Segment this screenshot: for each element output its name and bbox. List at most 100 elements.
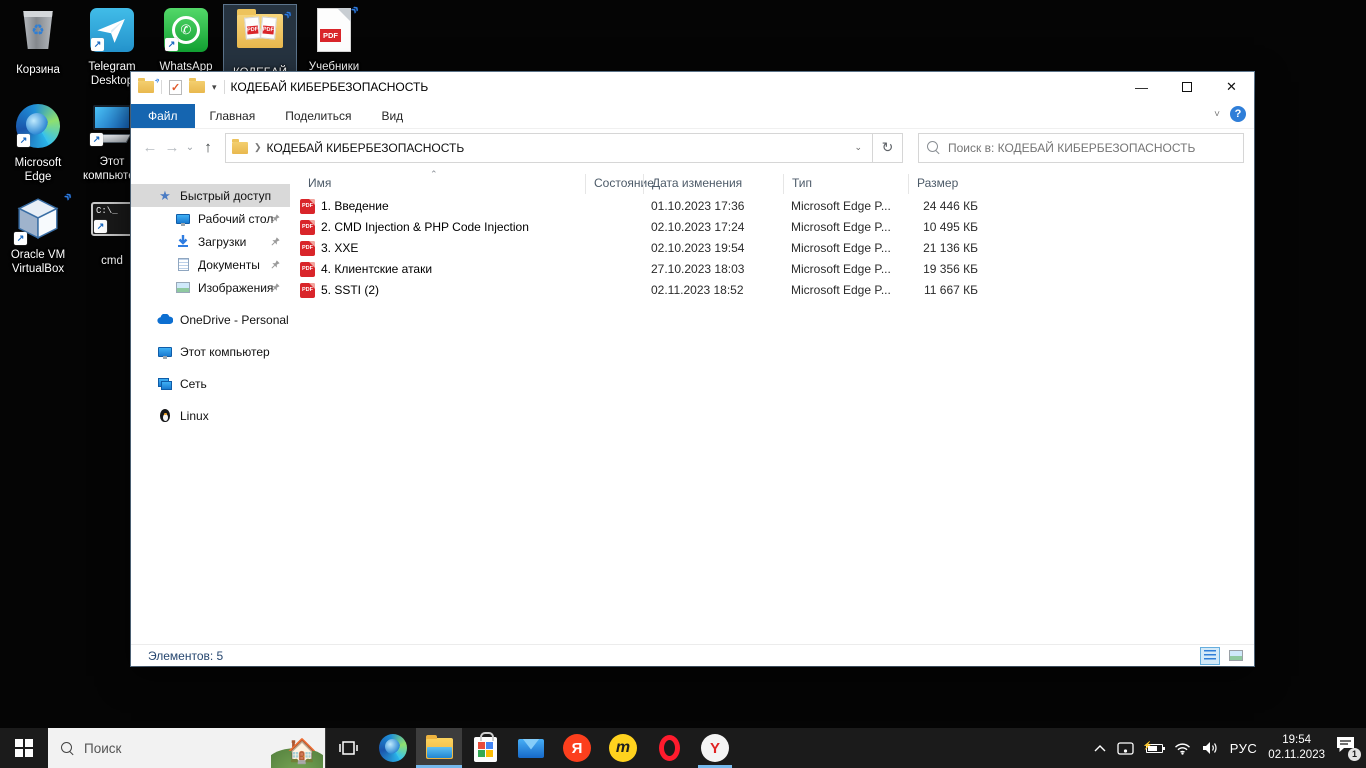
file-row[interactable]: PDF5. SSTI (2) 02.11.2023 18:52 Microsof… bbox=[290, 280, 1254, 301]
sidebar-item-label: Изображения bbox=[198, 281, 273, 295]
details-view-button[interactable] bbox=[1200, 647, 1220, 665]
taskbar-search-box[interactable]: Поиск 🏠 bbox=[48, 728, 326, 768]
pictures-icon bbox=[175, 282, 191, 293]
forward-icon[interactable]: → bbox=[161, 139, 183, 156]
column-header-status[interactable]: Состояние bbox=[585, 174, 643, 194]
explorer-search-box[interactable] bbox=[918, 133, 1244, 163]
sidebar-item-onedrive[interactable]: OneDrive - Personal bbox=[131, 308, 290, 331]
compressed-arrows-icon: » bbox=[279, 7, 293, 21]
title-bar[interactable]: » ▾ КОДЕБАЙ КИБЕРБЕЗОПАСНОСТЬ — ✕ bbox=[131, 72, 1254, 102]
volume-icon[interactable] bbox=[1202, 741, 1219, 755]
action-center-button[interactable]: 1 bbox=[1336, 736, 1358, 760]
recent-locations-icon[interactable]: ⌄ bbox=[183, 142, 197, 153]
column-header-modified[interactable]: Дата изменения bbox=[643, 174, 783, 194]
file-state bbox=[593, 196, 643, 217]
connect-display-icon[interactable] bbox=[1117, 742, 1135, 755]
yandex-browser-icon: Y bbox=[701, 734, 729, 762]
properties-icon[interactable] bbox=[169, 80, 182, 95]
file-row[interactable]: PDF4. Клиентские атаки 27.10.2023 18:03 … bbox=[290, 259, 1254, 280]
column-header-name[interactable]: Имя bbox=[300, 174, 585, 194]
breadcrumb[interactable]: КОДЕБАЙ КИБЕРБЕЗОПАСНОСТЬ bbox=[267, 141, 465, 155]
taskbar-mail-button[interactable] bbox=[508, 728, 554, 768]
shortcut-arrow-icon: ↗ bbox=[91, 38, 104, 51]
ribbon-tabs: Файл Главная Поделиться Вид ˅ ? bbox=[131, 102, 1254, 129]
desktop-icon-recycle-bin[interactable]: ♻ Корзина bbox=[2, 5, 74, 77]
wifi-icon[interactable] bbox=[1174, 742, 1191, 755]
search-icon bbox=[927, 141, 940, 154]
minimize-button[interactable]: — bbox=[1119, 72, 1164, 102]
sidebar-item-label: Рабочий стол bbox=[198, 212, 273, 226]
sidebar-item-documents[interactable]: Документы bbox=[131, 253, 290, 276]
file-state bbox=[593, 259, 643, 280]
sidebar-item-label: Загрузки bbox=[198, 235, 246, 249]
file-modified: 02.11.2023 18:52 bbox=[651, 280, 783, 301]
sidebar-item-desktop[interactable]: Рабочий стол bbox=[131, 207, 290, 230]
taskbar-yandex-browser-button[interactable]: Y bbox=[692, 728, 738, 768]
back-icon[interactable]: ← bbox=[139, 139, 161, 156]
hidden-icons-chevron-icon[interactable] bbox=[1094, 745, 1106, 752]
file-row[interactable]: PDF1. Введение 01.10.2023 17:36 Microsof… bbox=[290, 196, 1254, 217]
maximize-button[interactable] bbox=[1164, 72, 1209, 102]
taskbar-store-button[interactable] bbox=[462, 728, 508, 768]
column-header-size[interactable]: Размер bbox=[908, 174, 985, 194]
close-button[interactable]: ✕ bbox=[1209, 72, 1254, 102]
task-view-button[interactable] bbox=[326, 728, 370, 768]
file-row[interactable]: PDF3. XXE 02.10.2023 19:54 Microsoft Edg… bbox=[290, 238, 1254, 259]
file-size: 21 136 КБ bbox=[908, 238, 978, 259]
quick-access-star-icon: ★ bbox=[157, 188, 173, 204]
sidebar-item-label: Быстрый доступ bbox=[180, 189, 271, 203]
sidebar-item-linux[interactable]: Linux bbox=[131, 404, 290, 427]
column-header-type[interactable]: Тип bbox=[783, 174, 908, 194]
taskbar-opera-button[interactable] bbox=[646, 728, 692, 768]
language-indicator[interactable]: РУС bbox=[1230, 741, 1258, 756]
thumbnails-view-button[interactable] bbox=[1226, 647, 1246, 665]
up-icon[interactable]: ↑ bbox=[197, 139, 219, 156]
taskbar-amigo-button[interactable]: m bbox=[600, 728, 646, 768]
file-type: Microsoft Edge P... bbox=[791, 259, 908, 280]
pin-icon bbox=[270, 213, 280, 227]
file-size: 10 495 КБ bbox=[908, 217, 978, 238]
edge-icon: ↗ bbox=[13, 104, 63, 154]
status-bar: Элементов: 5 bbox=[131, 644, 1254, 666]
taskbar-edge-button[interactable] bbox=[370, 728, 416, 768]
start-button[interactable] bbox=[0, 728, 48, 768]
tab-view[interactable]: Вид bbox=[366, 104, 418, 128]
search-highlight-image[interactable]: 🏠 bbox=[271, 728, 323, 768]
desktop-icon-virtualbox[interactable]: ↗ » Oracle VM VirtualBox bbox=[2, 196, 74, 277]
taskbar-explorer-button[interactable] bbox=[416, 728, 462, 768]
desktop-icon-whatsapp[interactable]: ✆↗ WhatsApp bbox=[150, 5, 222, 74]
customize-toolbar-icon[interactable]: ▾ bbox=[212, 82, 217, 93]
desktop-icon-label: Microsoft Edge bbox=[2, 156, 74, 185]
new-folder-icon[interactable] bbox=[189, 81, 205, 93]
help-icon[interactable]: ? bbox=[1230, 106, 1246, 122]
taskbar-yandex-button[interactable]: Я bbox=[554, 728, 600, 768]
taskbar-clock[interactable]: 19:54 02.11.2023 bbox=[1268, 733, 1325, 763]
file-size: 24 446 КБ bbox=[908, 196, 978, 217]
breadcrumb-chevron-icon: ❯ bbox=[254, 142, 262, 153]
sidebar-item-downloads[interactable]: Загрузки bbox=[131, 230, 290, 253]
battery-icon[interactable]: ⚡ bbox=[1146, 744, 1163, 753]
desktop-icon-kodebay[interactable]: PDF PDF » КОДЕБАЙ bbox=[224, 5, 296, 80]
quick-access-toolbar: » ▾ bbox=[138, 80, 225, 95]
expand-ribbon-icon[interactable]: ˅ bbox=[1214, 109, 1220, 120]
desktop-icon-uchebniki[interactable]: PDF» Учебники bbox=[298, 5, 370, 74]
address-dropdown-icon[interactable]: ⌄ bbox=[854, 142, 862, 153]
pdf-icon: PDF bbox=[300, 220, 315, 235]
system-tray: ⚡ РУС 19:54 02.11.2023 1 bbox=[1094, 728, 1366, 768]
file-state bbox=[593, 238, 643, 259]
sidebar-item-network[interactable]: Сеть bbox=[131, 372, 290, 395]
file-row[interactable]: PDF2. CMD Injection & PHP Code Injection… bbox=[290, 217, 1254, 238]
sidebar-item-this-pc[interactable]: Этот компьютер bbox=[131, 340, 290, 363]
explorer-search-input[interactable] bbox=[948, 141, 1235, 155]
desktop-icon-edge[interactable]: ↗ Microsoft Edge bbox=[2, 101, 74, 185]
microsoft-store-icon bbox=[474, 737, 497, 762]
sidebar-item-pictures[interactable]: Изображения bbox=[131, 276, 290, 299]
refresh-button[interactable]: ↻ bbox=[873, 133, 903, 163]
tab-home[interactable]: Главная bbox=[195, 104, 271, 128]
file-name: 4. Клиентские атаки bbox=[321, 259, 432, 280]
tab-file[interactable]: Файл bbox=[131, 104, 195, 128]
window-folder-icon: » bbox=[138, 81, 154, 93]
sidebar-item-quick-access[interactable]: ★ Быстрый доступ bbox=[131, 184, 290, 207]
address-bar[interactable]: ❯ КОДЕБАЙ КИБЕРБЕЗОПАСНОСТЬ ⌄ bbox=[225, 133, 873, 163]
tab-share[interactable]: Поделиться bbox=[270, 104, 366, 128]
